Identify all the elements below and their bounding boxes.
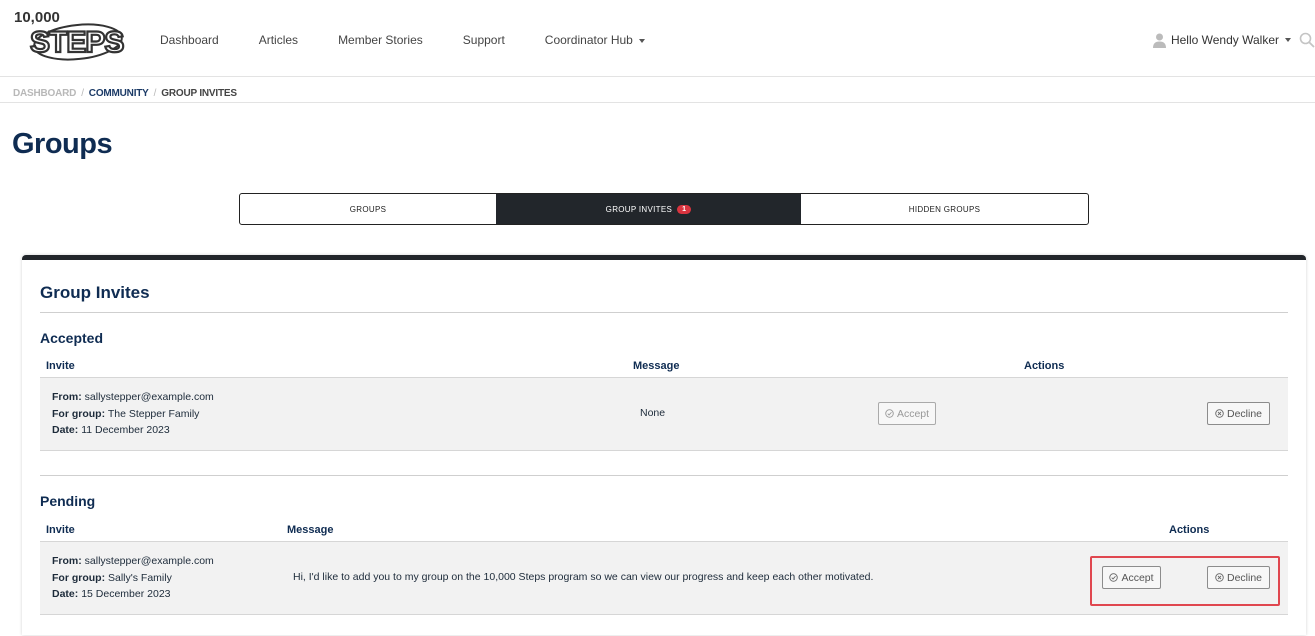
nav-support[interactable]: Support — [463, 33, 505, 47]
groups-tabs: GROUPS GROUP INVITES 1 HIDDEN GROUPS — [239, 193, 1089, 225]
breadcrumb: DASHBOARD / COMMUNITY / GROUP INVITES — [0, 77, 1315, 103]
breadcrumb-separator: / — [81, 88, 84, 99]
page-title: Groups — [12, 128, 113, 160]
accepted-invite-row: From: sallystepper@example.com For group… — [40, 377, 1288, 451]
logo-top-text: 10,000 — [14, 9, 60, 26]
invite-count-badge: 1 — [677, 204, 692, 214]
pending-header-invite: Invite — [46, 524, 75, 536]
pending-section-title: Pending — [40, 493, 96, 509]
nav-articles[interactable]: Articles — [259, 33, 298, 47]
invite-details: From: sallystepper@example.com For group… — [52, 553, 214, 603]
breadcrumb-group-invites: GROUP INVITES — [161, 88, 237, 99]
invite-from: From: sallystepper@example.com — [52, 391, 214, 403]
user-greeting[interactable]: Hello Wendy Walker — [1171, 33, 1279, 47]
invite-date: Date: 11 December 2023 — [52, 424, 170, 436]
logo-main-text: STEPS — [30, 26, 123, 59]
accepted-section-title: Accepted — [40, 330, 104, 346]
pending-header-actions: Actions — [1169, 524, 1210, 536]
site-logo[interactable]: 10,000 STEPS — [12, 2, 130, 64]
invite-message: None — [640, 407, 666, 419]
accept-button: Accept — [878, 402, 936, 425]
accepted-header-actions: Actions — [1024, 360, 1065, 372]
chevron-down-icon[interactable] — [1285, 38, 1291, 42]
actions-highlight-box — [1090, 556, 1280, 606]
user-menu: Hello Wendy Walker — [1152, 32, 1315, 48]
invite-date: Date: 15 December 2023 — [52, 588, 171, 600]
nav-coordinator-hub-label: Coordinator Hub — [544, 33, 633, 47]
invite-from: From: sallystepper@example.com — [52, 555, 214, 567]
divider — [40, 475, 1288, 476]
tab-groups-label: GROUPS — [349, 204, 387, 214]
nav-member-stories[interactable]: Member Stories — [338, 33, 423, 47]
invite-details: From: sallystepper@example.com For group… — [52, 389, 214, 439]
tab-groups[interactable]: GROUPS — [240, 194, 496, 224]
divider — [40, 312, 1288, 313]
breadcrumb-community[interactable]: COMMUNITY — [89, 88, 149, 99]
card-title: Group Invites — [40, 283, 150, 302]
breadcrumb-separator: / — [153, 88, 157, 99]
tab-group-invites-label: GROUP INVITES — [605, 204, 673, 214]
tab-hidden-groups[interactable]: HIDDEN GROUPS — [801, 194, 1088, 224]
accepted-header-invite: Invite — [46, 360, 75, 372]
tab-hidden-groups-label: HIDDEN GROUPS — [908, 204, 981, 214]
tab-group-invites[interactable]: GROUP INVITES 1 — [496, 194, 801, 224]
check-circle-icon — [885, 409, 894, 418]
pending-header-message: Message — [287, 524, 334, 536]
invite-group: For group: The Stepper Family — [52, 407, 200, 420]
chevron-down-icon — [638, 38, 645, 43]
invite-message: Hi, I'd like to add you to my group on t… — [293, 571, 874, 583]
x-circle-icon — [1215, 409, 1224, 418]
breadcrumb-dashboard[interactable]: DASHBOARD — [13, 88, 76, 99]
accepted-header-message: Message — [633, 360, 680, 372]
invite-group: For group: Sally's Family — [52, 571, 172, 584]
group-invites-card: Group Invites Accepted Invite Message Ac… — [22, 255, 1306, 635]
decline-button[interactable]: Decline — [1207, 402, 1270, 425]
user-icon — [1152, 33, 1166, 48]
top-navbar: 10,000 STEPS Dashboard Articles Member S… — [0, 0, 1315, 77]
nav-dashboard[interactable]: Dashboard — [160, 33, 219, 47]
search-icon[interactable] — [1299, 32, 1315, 48]
main-nav: Dashboard Articles Member Stories Suppor… — [160, 33, 645, 47]
nav-coordinator-hub[interactable]: Coordinator Hub — [545, 33, 645, 47]
